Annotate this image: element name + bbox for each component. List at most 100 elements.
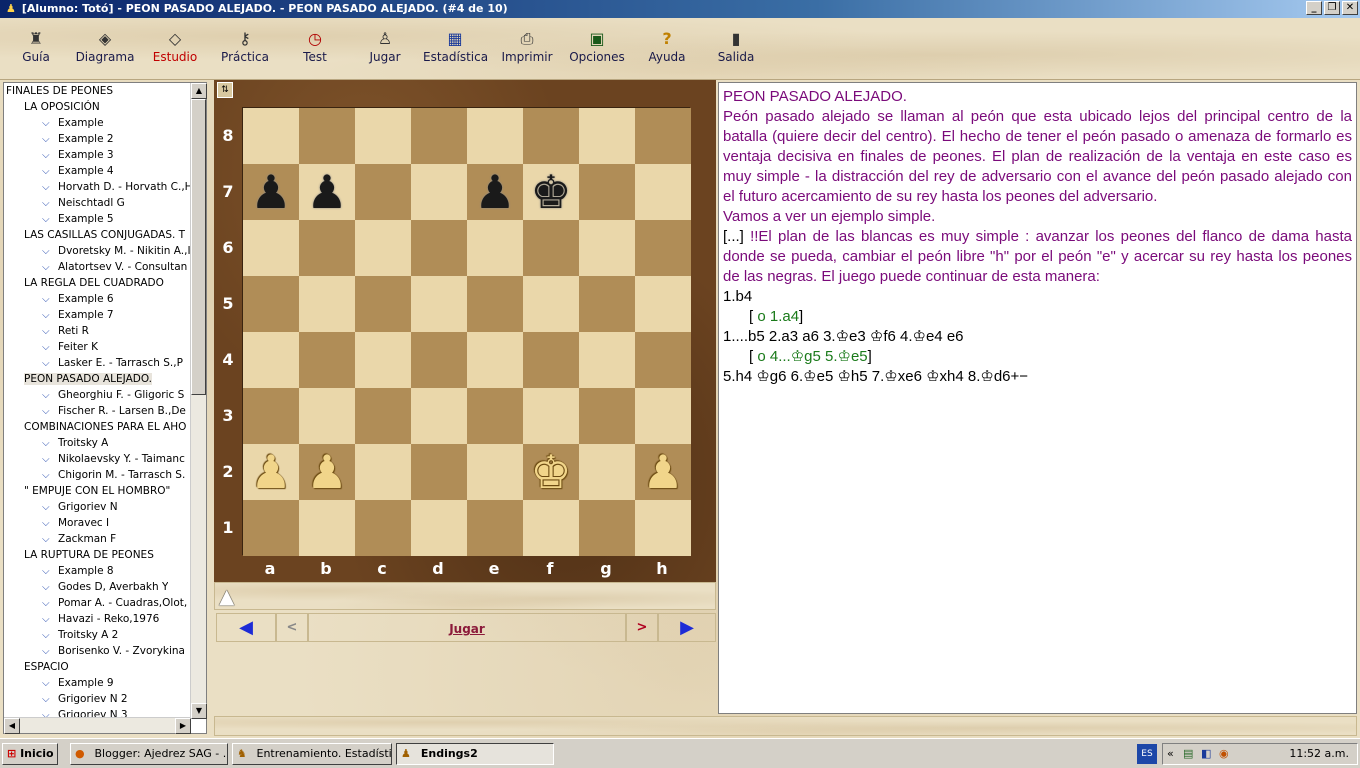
square-h7[interactable] [635, 164, 691, 220]
square-e6[interactable] [467, 220, 523, 276]
square-d1[interactable] [411, 500, 467, 556]
tree-item-section[interactable]: FINALES DE PEONES [6, 83, 113, 99]
minimize-button[interactable]: _ [1306, 1, 1322, 15]
tree-item-example[interactable]: ⌵ Borisenko V. - Zvorykina [42, 643, 185, 659]
square-a4[interactable] [243, 332, 299, 388]
square-f7[interactable]: ♚ [523, 164, 579, 220]
square-a1[interactable] [243, 500, 299, 556]
tree-item-section[interactable]: LA RUPTURA DE PEONES [24, 547, 154, 563]
toolbar-ayuda-button[interactable]: ? Ayuda [635, 28, 699, 64]
square-a6[interactable] [243, 220, 299, 276]
square-c8[interactable] [355, 108, 411, 164]
square-f3[interactable] [523, 388, 579, 444]
square-h5[interactable] [635, 276, 691, 332]
tree-item-example[interactable]: ⌵ Pomar A. - Cuadras,Olot, [42, 595, 187, 611]
black-king-icon[interactable]: ♚ [523, 164, 579, 220]
antivirus-icon[interactable]: ◉ [1219, 744, 1229, 764]
square-e2[interactable] [467, 444, 523, 500]
tree-item-example[interactable]: ⌵ Example 5 [42, 211, 114, 227]
square-d4[interactable] [411, 332, 467, 388]
tree-item-section[interactable]: PEON PASADO ALEJADO. [24, 371, 153, 387]
tree-item-example[interactable]: ⌵ Zackman F [42, 531, 116, 547]
toolbar-diagrama-button[interactable]: ◈ Diagrama [73, 28, 137, 64]
tree-item-example[interactable]: ⌵ Example 9 [42, 675, 114, 691]
square-f1[interactable] [523, 500, 579, 556]
square-d2[interactable] [411, 444, 467, 500]
volume-icon[interactable]: ◧ [1201, 744, 1211, 764]
tree-item-example[interactable]: ⌵ Moravec I [42, 515, 109, 531]
square-b4[interactable] [299, 332, 355, 388]
move-line-2[interactable]: 1....b5 2.a3 a6 3.♔e3 ♔f6 4.♔e4 e6 [723, 327, 1352, 347]
square-a3[interactable] [243, 388, 299, 444]
square-g1[interactable] [579, 500, 635, 556]
tree-item-section[interactable]: LAS CASILLAS CONJUGADAS. T [24, 227, 185, 243]
square-a8[interactable] [243, 108, 299, 164]
square-c6[interactable] [355, 220, 411, 276]
square-g3[interactable] [579, 388, 635, 444]
tree-item-example[interactable]: ⌵ Example 3 [42, 147, 114, 163]
white-pawn-icon[interactable]: ♟ [635, 444, 691, 500]
tree-item-example[interactable]: ⌵ Example 6 [42, 291, 114, 307]
language-indicator[interactable]: ES [1137, 744, 1157, 764]
taskbar-item-entrenamiento[interactable]: ♞ Entrenamiento. Estadísti... [232, 743, 392, 765]
tree-item-example[interactable]: ⌵ Lasker E. - Tarrasch S.,P [42, 355, 183, 371]
square-c5[interactable] [355, 276, 411, 332]
tree-item-example[interactable]: ⌵ Troitsky A 2 [42, 627, 118, 643]
square-g7[interactable] [579, 164, 635, 220]
square-b8[interactable] [299, 108, 355, 164]
tree-scroll-thumb[interactable] [191, 99, 206, 395]
previous-move-button[interactable]: < [276, 613, 308, 642]
square-b3[interactable] [299, 388, 355, 444]
tree-item-example[interactable]: ⌵ Dvoretsky M. - Nikitin A.,I [42, 243, 191, 259]
square-c7[interactable] [355, 164, 411, 220]
square-h3[interactable] [635, 388, 691, 444]
square-e5[interactable] [467, 276, 523, 332]
tree-item-example[interactable]: ⌵ Havazi - Reko,1976 [42, 611, 159, 627]
square-f4[interactable] [523, 332, 579, 388]
square-e7[interactable]: ♟ [467, 164, 523, 220]
white-pawn-icon[interactable]: ♟ [299, 444, 355, 500]
tree-vertical-scrollbar[interactable]: ▲ ▼ [190, 83, 207, 719]
square-h4[interactable] [635, 332, 691, 388]
square-d3[interactable] [411, 388, 467, 444]
white-king-icon[interactable]: ♚ [523, 444, 579, 500]
next-move-button[interactable]: > [626, 613, 658, 642]
tree-item-example[interactable]: ⌵ Fischer R. - Larsen B.,De [42, 403, 186, 419]
tree-item-example[interactable]: ⌵ Example 7 [42, 307, 114, 323]
toolbar-salida-button[interactable]: ▮ Salida [704, 28, 768, 64]
square-b2[interactable]: ♟ [299, 444, 355, 500]
square-e1[interactable] [467, 500, 523, 556]
toolbar-guia-button[interactable]: ♜ Guía [4, 28, 68, 64]
square-f2[interactable]: ♚ [523, 444, 579, 500]
move-line-3[interactable]: 5.h4 ♔g6 6.♔e5 ♔h5 7.♔xe6 ♔xh4 8.♔d6+− [723, 367, 1352, 387]
square-g8[interactable] [579, 108, 635, 164]
tray-expand-icon[interactable]: « [1167, 744, 1174, 764]
toolbar-practica-button[interactable]: ⚷ Práctica [213, 28, 277, 64]
toolbar-opciones-button[interactable]: ▣ Opciones [565, 28, 629, 64]
tree-item-section[interactable]: ESPACIO [24, 659, 69, 675]
network-icon[interactable]: ▤ [1183, 744, 1193, 764]
tree-item-example[interactable]: ⌵ Example [42, 115, 104, 131]
tree-item-example[interactable]: ⌵ Grigoriev N 2 [42, 691, 128, 707]
tree-item-example[interactable]: ⌵ Example 4 [42, 163, 114, 179]
square-a5[interactable] [243, 276, 299, 332]
scroll-up-icon[interactable]: ▲ [191, 83, 207, 99]
chessboard[interactable]: ♟ ♟ ♟ ♚ ♟ ♟ ♚ ♟ [242, 107, 691, 556]
square-c3[interactable] [355, 388, 411, 444]
tree-item-section[interactable]: LA OPOSICIÓN [24, 99, 100, 115]
tree-item-example[interactable]: ⌵ Gheorghiu F. - Gligoric S [42, 387, 184, 403]
toolbar-imprimir-button[interactable]: ⎙ Imprimir [495, 28, 559, 64]
tree-item-section[interactable]: LA REGLA DEL CUADRADO [24, 275, 164, 291]
square-b5[interactable] [299, 276, 355, 332]
tree-item-example[interactable]: ⌵ Alatortsev V. - Consultan [42, 259, 187, 275]
taskbar-item-blogger[interactable]: ● Blogger: Ajedrez SAG - ... [70, 743, 228, 765]
square-h8[interactable] [635, 108, 691, 164]
square-e4[interactable] [467, 332, 523, 388]
square-b7[interactable]: ♟ [299, 164, 355, 220]
scroll-right-icon[interactable]: ▶ [175, 718, 191, 734]
square-d5[interactable] [411, 276, 467, 332]
tree-item-example[interactable]: ⌵ Troitsky A [42, 435, 108, 451]
play-button[interactable]: Jugar [308, 613, 626, 642]
square-d8[interactable] [411, 108, 467, 164]
square-h1[interactable] [635, 500, 691, 556]
